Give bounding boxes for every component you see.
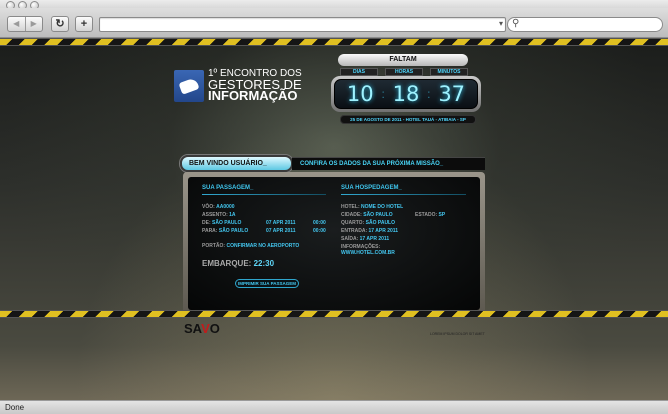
estado-value: SP — [438, 212, 446, 218]
event-logo[interactable]: 1º ENCONTRO DOS GESTORES DE INFORMAÇÃO — [174, 68, 310, 108]
passagem-de: DE: SÃO PAULO — [202, 220, 241, 226]
embarque-value: 22:30 — [253, 259, 275, 268]
countdown-units: DIAS HORAS MINUTOS — [340, 68, 468, 76]
unit-days: DIAS — [340, 68, 378, 76]
de-city: SÃO PAULO — [212, 220, 242, 226]
estado-label: ESTADO: — [415, 212, 438, 218]
hospedagem-quarto: QUARTO: SÃO PAULO — [341, 220, 395, 226]
hospedagem-entrada: ENTRADA: 17 APR 2011 — [341, 228, 398, 234]
entrada-label: ENTRADA: — [341, 228, 368, 234]
reload-button[interactable]: ↻ — [51, 16, 69, 32]
hospedagem-divider — [341, 194, 466, 195]
quarto-label: QUARTO: — [341, 220, 365, 226]
unit-minutes: MINUTOS — [430, 68, 468, 76]
mission-panel: SUA PASSAGEM_ VÔO: AA0000 ASSENTO: 1A DE… — [183, 172, 485, 315]
window-titlebar — [0, 0, 668, 10]
status-bar: Done — [0, 400, 668, 414]
countdown-separator: : — [381, 87, 385, 101]
passagem-portao: PORTÃO: CONFIRMAR NO AEROPORTO — [202, 243, 299, 249]
event-info: 25 DE AGOSTO DE 2011 - HOTEL TAUÁ - ATIB… — [340, 115, 476, 124]
browser-toolbar: ◀ ▶ ↻ + ▾ ⚲ — [0, 8, 668, 38]
hospedagem-cidade: CIDADE: SÃO PAULO — [341, 212, 393, 218]
hazard-stripe-bottom — [0, 310, 668, 318]
passagem-divider — [202, 194, 326, 195]
search-icon: ⚲ — [512, 18, 520, 29]
para-city: SÃO PAULO — [218, 228, 249, 234]
brand-end: O — [209, 321, 220, 336]
logo-mark-icon — [174, 70, 204, 102]
reload-icon: ↻ — [55, 18, 65, 30]
countdown-days: 10 — [346, 82, 374, 106]
brand-mid: V — [201, 321, 210, 336]
saida-value: 17 APR 2011 — [359, 236, 390, 242]
web-page: 1º ENCONTRO DOS GESTORES DE INFORMAÇÃO F… — [0, 38, 668, 400]
hotel-website-link[interactable]: WWW.HOTEL.COM.BR — [341, 250, 395, 256]
brand-start: SA — [184, 321, 202, 336]
embarque-label: EMBARQUE: — [202, 259, 252, 268]
voo-value: AA0000 — [216, 204, 235, 210]
passagem-title: SUA PASSAGEM_ — [202, 185, 254, 191]
entrada-value: 17 APR 2011 — [368, 228, 399, 234]
mission-subtitle: CONFIRA OS DADOS DA SUA PRÓXIMA MISSÃO_ — [292, 157, 485, 170]
hotel-label: HOTEL: — [341, 204, 360, 210]
assento-label: ASSENTO: — [202, 212, 228, 218]
countdown-minutes: 37 — [438, 82, 466, 106]
de-date: 07 APR 2011 — [266, 220, 296, 226]
countdown-separator: : — [427, 87, 431, 101]
hotel-value: NOME DO HOTEL — [361, 204, 404, 210]
hazard-stripe-top — [0, 38, 668, 46]
hospedagem-estado: ESTADO: SP — [415, 212, 445, 218]
passagem-embarque: EMBARQUE: 22:30 — [202, 259, 274, 268]
saida-label: SAÍDA: — [341, 236, 359, 242]
search-field[interactable]: ⚲ — [507, 17, 663, 32]
hospedagem-hotel: HOTEL: NOME DO HOTEL — [341, 204, 403, 210]
assento-value: 1A — [229, 212, 236, 218]
para-date: 07 APR 2011 — [266, 228, 296, 234]
de-time: 00:00 — [313, 220, 326, 226]
para-label: PARA: — [202, 228, 218, 234]
passagem-assento: ASSENTO: 1A — [202, 212, 236, 218]
back-button[interactable]: ◀ — [8, 17, 26, 31]
countdown-hours: 18 — [392, 82, 420, 106]
hospedagem-saida: SAÍDA: 17 APR 2011 — [341, 236, 389, 242]
address-dropdown-icon[interactable]: ▾ — [499, 19, 503, 28]
countdown-label: FALTAM — [338, 54, 468, 66]
cidade-value: SÃO PAULO — [363, 212, 393, 218]
portao-label: PORTÃO: — [202, 243, 226, 249]
passagem-para: PARA: SÃO PAULO — [202, 228, 248, 234]
logo-line-3: INFORMAÇÃO — [208, 88, 298, 103]
address-bar[interactable]: ▾ — [99, 17, 506, 32]
quarto-value: SÃO PAULO — [365, 220, 395, 226]
cidade-label: CIDADE: — [341, 212, 362, 218]
footer-credits: LOREM IPSUM DOLOR SIT AMET — [430, 332, 485, 336]
de-label: DE: — [202, 220, 211, 226]
unit-hours: HORAS — [385, 68, 423, 76]
print-ticket-button[interactable]: IMPRIMIR SUA PASSAGEM — [235, 279, 299, 288]
savo-logo[interactable]: SAVO — [184, 321, 220, 336]
portao-value: CONFIRMAR NO AEROPORTO — [226, 243, 300, 249]
para-time: 00:00 — [313, 228, 326, 234]
logo-text: 1º ENCONTRO DOS GESTORES DE INFORMAÇÃO — [208, 68, 302, 103]
voo-label: VÔO: — [202, 204, 215, 210]
add-bookmark-button[interactable]: + — [75, 16, 93, 32]
back-forward-control: ◀ ▶ — [7, 16, 43, 32]
plus-icon: + — [80, 18, 88, 30]
hospedagem-title: SUA HOSPEDAGEM_ — [341, 185, 402, 191]
passagem-voo: VÔO: AA0000 — [202, 204, 235, 210]
tab-welcome-user[interactable]: BEM VINDO USUÁRIO_ — [180, 155, 293, 172]
countdown-display: 10 : 18 : 37 — [331, 76, 481, 112]
forward-button[interactable]: ▶ — [26, 17, 43, 31]
